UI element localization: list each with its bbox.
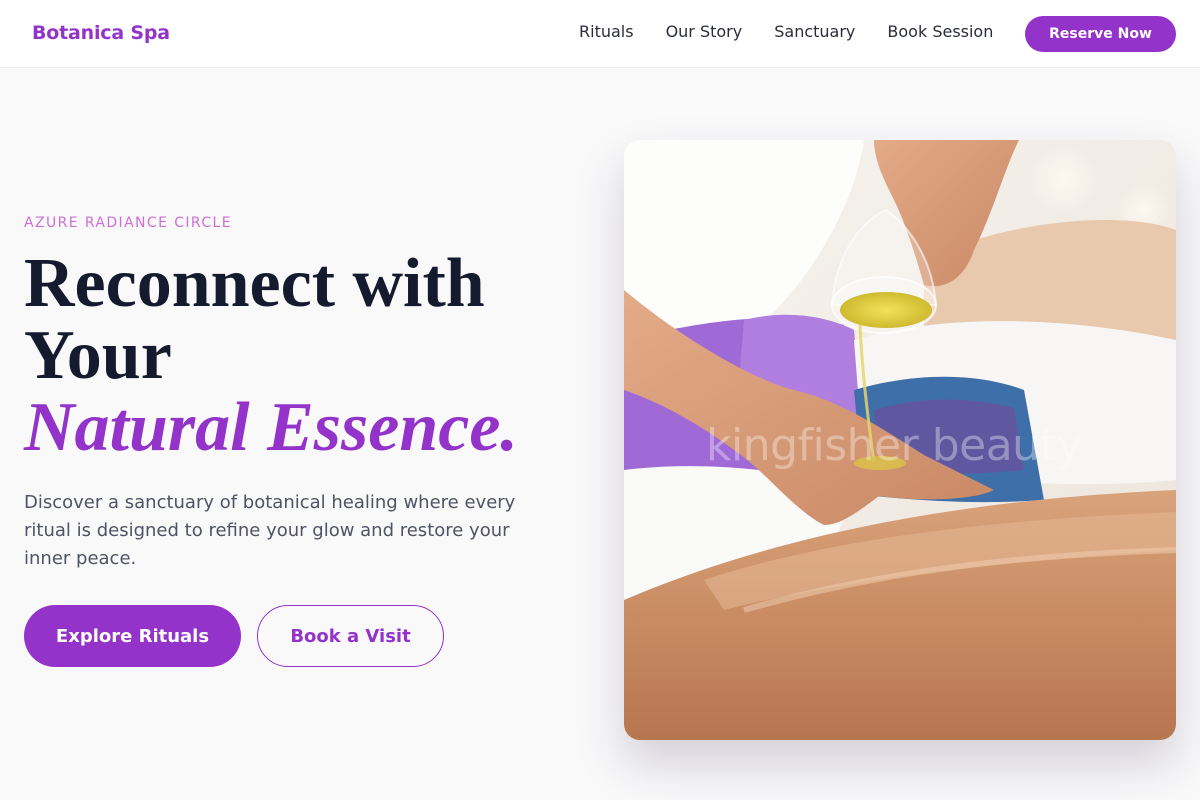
headline-line-2: Your [24,317,172,394]
nav-link-rituals[interactable]: Rituals [579,22,634,42]
hero-headline: Reconnect with Your Natural Essence. [24,248,584,464]
nav-link-our-story[interactable]: Our Story [666,22,743,42]
hero-eyebrow: AZURE RADIANCE CIRCLE [24,215,232,231]
nav-link-book-session[interactable]: Book Session [887,22,993,42]
site-header: Botanica Spa Rituals Our Story Sanctuary… [0,0,1200,68]
nav-link-sanctuary[interactable]: Sanctuary [774,22,855,42]
hero-description: Discover a sanctuary of botanical healin… [24,492,516,569]
reserve-now-button[interactable]: Reserve Now [1025,16,1176,52]
explore-rituals-button[interactable]: Explore Rituals [24,605,241,667]
main-nav: Rituals Our Story Sanctuary Book Session [579,22,1025,42]
brand-logo[interactable]: Botanica Spa [32,22,170,44]
headline-accent: Natural Essence. [24,389,518,466]
headline-line-1: Reconnect with [24,245,485,322]
image-watermark: kingfisher beauty [706,420,1082,471]
book-visit-button[interactable]: Book a Visit [257,605,444,667]
hero-massage-image: kingfisher beauty [624,140,1176,740]
